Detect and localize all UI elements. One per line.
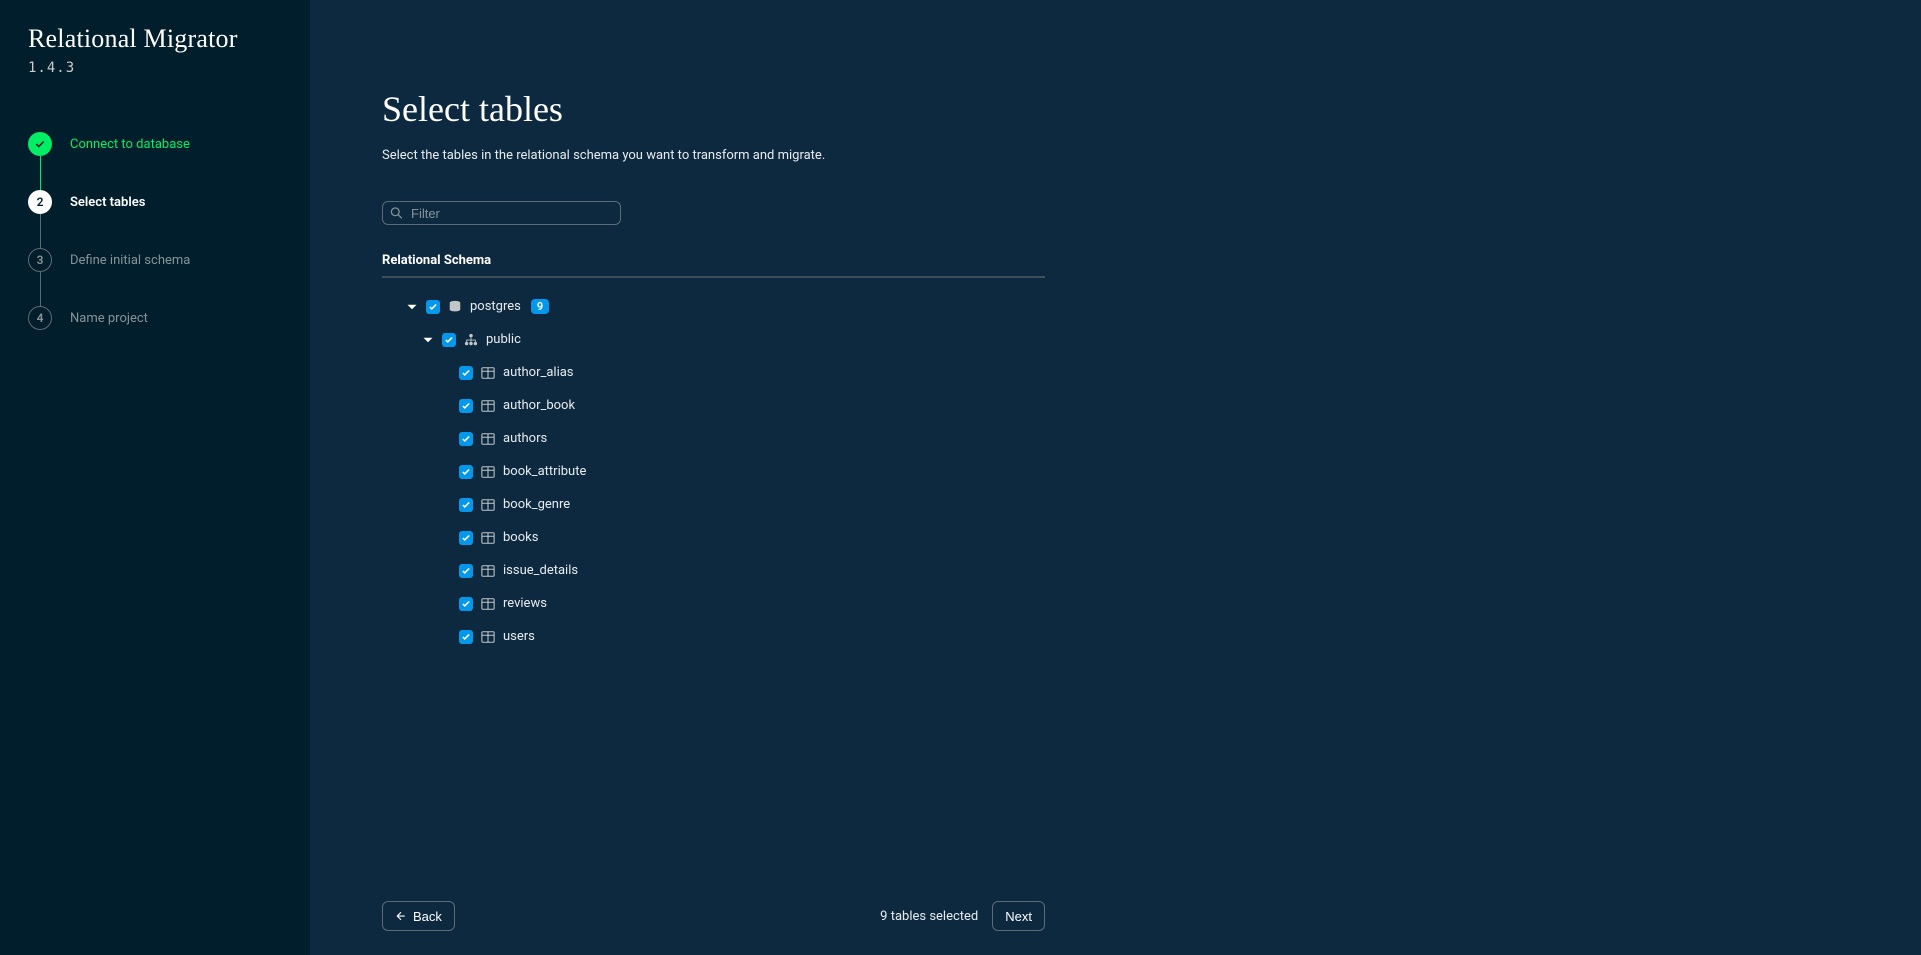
step-number: 2 xyxy=(28,190,52,214)
checkbox[interactable] xyxy=(459,531,473,545)
page-title: Select tables xyxy=(382,88,1849,130)
step-connector xyxy=(40,156,41,190)
sidebar: Relational Migrator 1.4.3 Connect to dat… xyxy=(0,0,310,955)
step-label: Name project xyxy=(70,311,148,326)
check-icon xyxy=(28,132,52,156)
step-label: Connect to database xyxy=(70,137,190,152)
checkbox[interactable] xyxy=(459,564,473,578)
checkbox[interactable] xyxy=(459,498,473,512)
table-count-badge: 9 xyxy=(531,299,549,314)
tree-schema-row[interactable]: public xyxy=(382,323,1849,356)
table-name: authors xyxy=(503,431,547,446)
checkbox[interactable] xyxy=(426,300,440,314)
tree-table-row[interactable]: author_alias xyxy=(382,356,1849,389)
table-icon xyxy=(481,366,495,380)
tree-table-row[interactable]: issue_details xyxy=(382,554,1849,587)
table-icon xyxy=(481,498,495,512)
table-icon xyxy=(481,597,495,611)
step-select-tables[interactable]: 2 Select tables xyxy=(28,190,282,248)
checkbox[interactable] xyxy=(459,432,473,446)
checkbox[interactable] xyxy=(459,630,473,644)
search-icon xyxy=(390,207,403,220)
schema-heading: Relational Schema xyxy=(382,253,1849,268)
table-name: reviews xyxy=(503,596,547,611)
tree-table-row[interactable]: book_genre xyxy=(382,488,1849,521)
table-icon xyxy=(481,399,495,413)
step-define-schema[interactable]: 3 Define initial schema xyxy=(28,248,282,306)
table-name: books xyxy=(503,530,538,545)
table-icon xyxy=(481,465,495,479)
tree-table-row[interactable]: reviews xyxy=(382,587,1849,620)
app-version: 1.4.3 xyxy=(28,60,282,76)
table-name: users xyxy=(503,629,535,644)
table-icon xyxy=(481,564,495,578)
chevron-down-icon[interactable] xyxy=(422,334,434,346)
arrow-left-icon xyxy=(395,910,407,922)
table-name: author_alias xyxy=(503,365,574,380)
selected-count: 9 tables selected xyxy=(880,909,978,924)
schema-name: public xyxy=(486,332,521,347)
database-name: postgres xyxy=(470,299,521,314)
app-title: Relational Migrator xyxy=(28,24,282,54)
step-name-project[interactable]: 4 Name project xyxy=(28,306,282,330)
step-connector xyxy=(40,214,41,248)
tree-table-row[interactable]: authors xyxy=(382,422,1849,455)
back-label: Back xyxy=(413,909,442,924)
tree-database-row[interactable]: postgres 9 xyxy=(382,290,1849,323)
tree-table-row[interactable]: author_book xyxy=(382,389,1849,422)
table-icon xyxy=(481,630,495,644)
schema-tree: postgres 9 public author_alias author_boo… xyxy=(382,290,1849,653)
divider xyxy=(382,276,1045,278)
back-button[interactable]: Back xyxy=(382,901,455,931)
table-name: book_genre xyxy=(503,497,570,512)
step-label: Define initial schema xyxy=(70,253,190,268)
chevron-down-icon[interactable] xyxy=(406,301,418,313)
table-icon xyxy=(481,432,495,446)
table-name: issue_details xyxy=(503,563,578,578)
step-label: Select tables xyxy=(70,195,145,210)
filter-input[interactable] xyxy=(382,201,621,225)
tree-table-row[interactable]: users xyxy=(382,620,1849,653)
checkbox[interactable] xyxy=(459,366,473,380)
footer-right: 9 tables selected Next xyxy=(880,901,1045,931)
checkbox[interactable] xyxy=(442,333,456,347)
step-number: 3 xyxy=(28,248,52,272)
table-name: author_book xyxy=(503,398,575,413)
step-connect-database[interactable]: Connect to database xyxy=(28,132,282,190)
database-icon xyxy=(448,300,462,314)
step-connector xyxy=(40,272,41,306)
next-label: Next xyxy=(1005,909,1032,924)
page-subtitle: Select the tables in the relational sche… xyxy=(382,148,1849,163)
next-button[interactable]: Next xyxy=(992,901,1045,931)
checkbox[interactable] xyxy=(459,597,473,611)
step-number: 4 xyxy=(28,306,52,330)
schema-icon xyxy=(464,333,478,347)
table-icon xyxy=(481,531,495,545)
footer: Back 9 tables selected Next xyxy=(382,901,1045,931)
checkbox[interactable] xyxy=(459,399,473,413)
tree-table-row[interactable]: books xyxy=(382,521,1849,554)
checkbox[interactable] xyxy=(459,465,473,479)
tree-table-row[interactable]: book_attribute xyxy=(382,455,1849,488)
filter-wrap xyxy=(382,201,621,225)
table-name: book_attribute xyxy=(503,464,586,479)
main-content: Select tables Select the tables in the r… xyxy=(310,0,1921,955)
wizard-steps: Connect to database 2 Select tables 3 De… xyxy=(28,132,282,330)
